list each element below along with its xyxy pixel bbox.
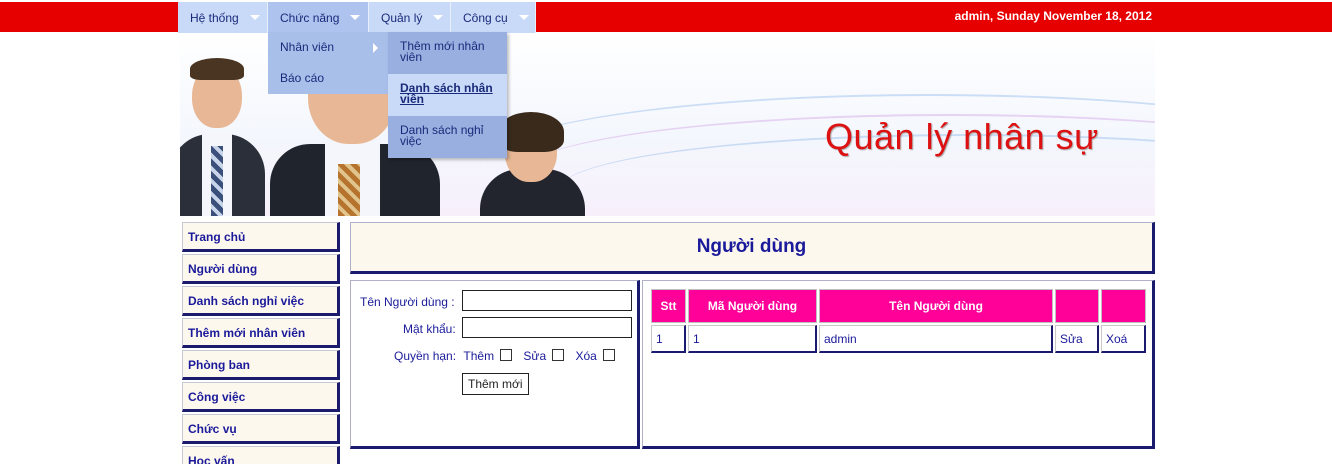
add-user-button[interactable]: Thêm mới: [462, 373, 529, 395]
username-label: Tên Người dùng :: [360, 295, 455, 309]
dropdown-item-nhan-vien[interactable]: Nhân viên: [268, 32, 388, 63]
banner-title: Quản lý nhân sự: [825, 116, 1099, 157]
user-form: Tên Người dùng : Mật khẩu: Quyền hạn: Th…: [350, 280, 640, 449]
password-input[interactable]: [462, 317, 632, 338]
sidebar-item-them-moi-nhan-vien[interactable]: Thêm mới nhân viên: [182, 318, 340, 348]
sidebar-item-hoc-van[interactable]: Học vấn: [182, 446, 340, 464]
menu-he-thong[interactable]: Hệ thống: [178, 2, 268, 33]
sidebar-item-trang-chu[interactable]: Trang chủ: [182, 222, 340, 252]
sidebar-item-phong-ban[interactable]: Phòng ban: [182, 350, 340, 380]
sidebar-item-danh-sach-nghi-viec[interactable]: Danh sách nghỉ việc: [182, 286, 340, 316]
menu-quan-ly[interactable]: Quản lý: [369, 2, 451, 33]
cell-ma: 1: [688, 325, 817, 353]
sidebar-item-nguoi-dung[interactable]: Người dùng: [182, 254, 340, 284]
col-header-edit: [1055, 289, 1099, 323]
cell-stt: 1: [651, 325, 686, 353]
perm-edit-checkbox[interactable]: [552, 349, 565, 361]
permissions-row: Quyền hạn: Thêm Sửa Xóa: [394, 349, 623, 363]
perm-add-label: Thêm: [463, 349, 495, 363]
submenu-item-danh-sach-nghi-viec[interactable]: Danh sách nghỉ việc: [388, 116, 507, 158]
menu-label: Quản lý: [381, 10, 423, 25]
perm-edit-label: Sửa: [523, 349, 547, 363]
main-menu: Hệ thống Chức năng Quản lý Công cụ: [178, 2, 536, 33]
sidebar: Trang chủ Người dùng Danh sách nghỉ việc…: [182, 222, 340, 464]
sidebar-item-cong-viec[interactable]: Công việc: [182, 382, 340, 412]
password-label: Mật khẩu:: [403, 322, 456, 336]
menu-chuc-nang[interactable]: Chức năng: [268, 2, 369, 33]
username-input[interactable]: [462, 290, 632, 311]
page-header: Người dùng: [350, 222, 1155, 274]
chevron-down-icon: [516, 2, 532, 33]
cell-ten: admin: [819, 325, 1053, 353]
page-title: Người dùng: [696, 236, 807, 257]
permissions-label: Quyền hạn:: [394, 349, 457, 363]
submenu-item-danh-sach-nhan-vien[interactable]: Danh sách nhân viên: [388, 74, 507, 116]
dropdown-item-label: Nhân viên: [280, 40, 335, 54]
col-header-stt: Stt: [651, 289, 686, 323]
dropdown-chuc-nang: Nhân viên Báo cáo: [268, 32, 388, 94]
top-bar: Hệ thống Chức năng Quản lý Công cụ admin…: [0, 0, 1332, 34]
chevron-down-icon: [430, 2, 446, 33]
submenu-nhan-vien: Thêm mới nhân viên Danh sách nhân viên D…: [388, 32, 507, 158]
col-header-ten: Tên Người dùng: [819, 289, 1053, 323]
sidebar-item-chuc-vu[interactable]: Chức vụ: [182, 414, 340, 444]
perm-delete-checkbox[interactable]: [602, 349, 615, 361]
dropdown-item-label: Báo cáo: [280, 71, 325, 85]
submenu-item-them-moi-nhan-vien[interactable]: Thêm mới nhân viên: [388, 32, 507, 74]
chevron-down-icon: [247, 2, 263, 33]
menu-cong-cu[interactable]: Công cụ: [451, 2, 536, 33]
chevron-down-icon: [347, 2, 363, 33]
table-header-row: Stt Mã Người dùng Tên Người dùng: [651, 289, 1146, 323]
delete-link[interactable]: Xoá: [1101, 325, 1146, 353]
table-row: 1 1 admin Sửa Xoá: [651, 325, 1146, 353]
edit-link[interactable]: Sửa: [1055, 325, 1099, 353]
menu-label: Công cụ: [463, 10, 508, 25]
user-info: admin, Sunday November 18, 2012: [954, 9, 1152, 23]
dropdown-item-bao-cao[interactable]: Báo cáo: [268, 63, 388, 94]
col-header-ma: Mã Người dùng: [688, 289, 817, 323]
chevron-right-icon: [373, 43, 378, 53]
users-table-panel: Stt Mã Người dùng Tên Người dùng 1 1 adm…: [642, 280, 1155, 449]
menu-label: Chức năng: [280, 10, 340, 25]
menu-label: Hệ thống: [190, 10, 239, 25]
perm-delete-label: Xóa: [575, 349, 597, 363]
users-table: Stt Mã Người dùng Tên Người dùng 1 1 adm…: [649, 287, 1148, 355]
perm-add-checkbox[interactable]: [500, 349, 513, 361]
col-header-delete: [1101, 289, 1146, 323]
